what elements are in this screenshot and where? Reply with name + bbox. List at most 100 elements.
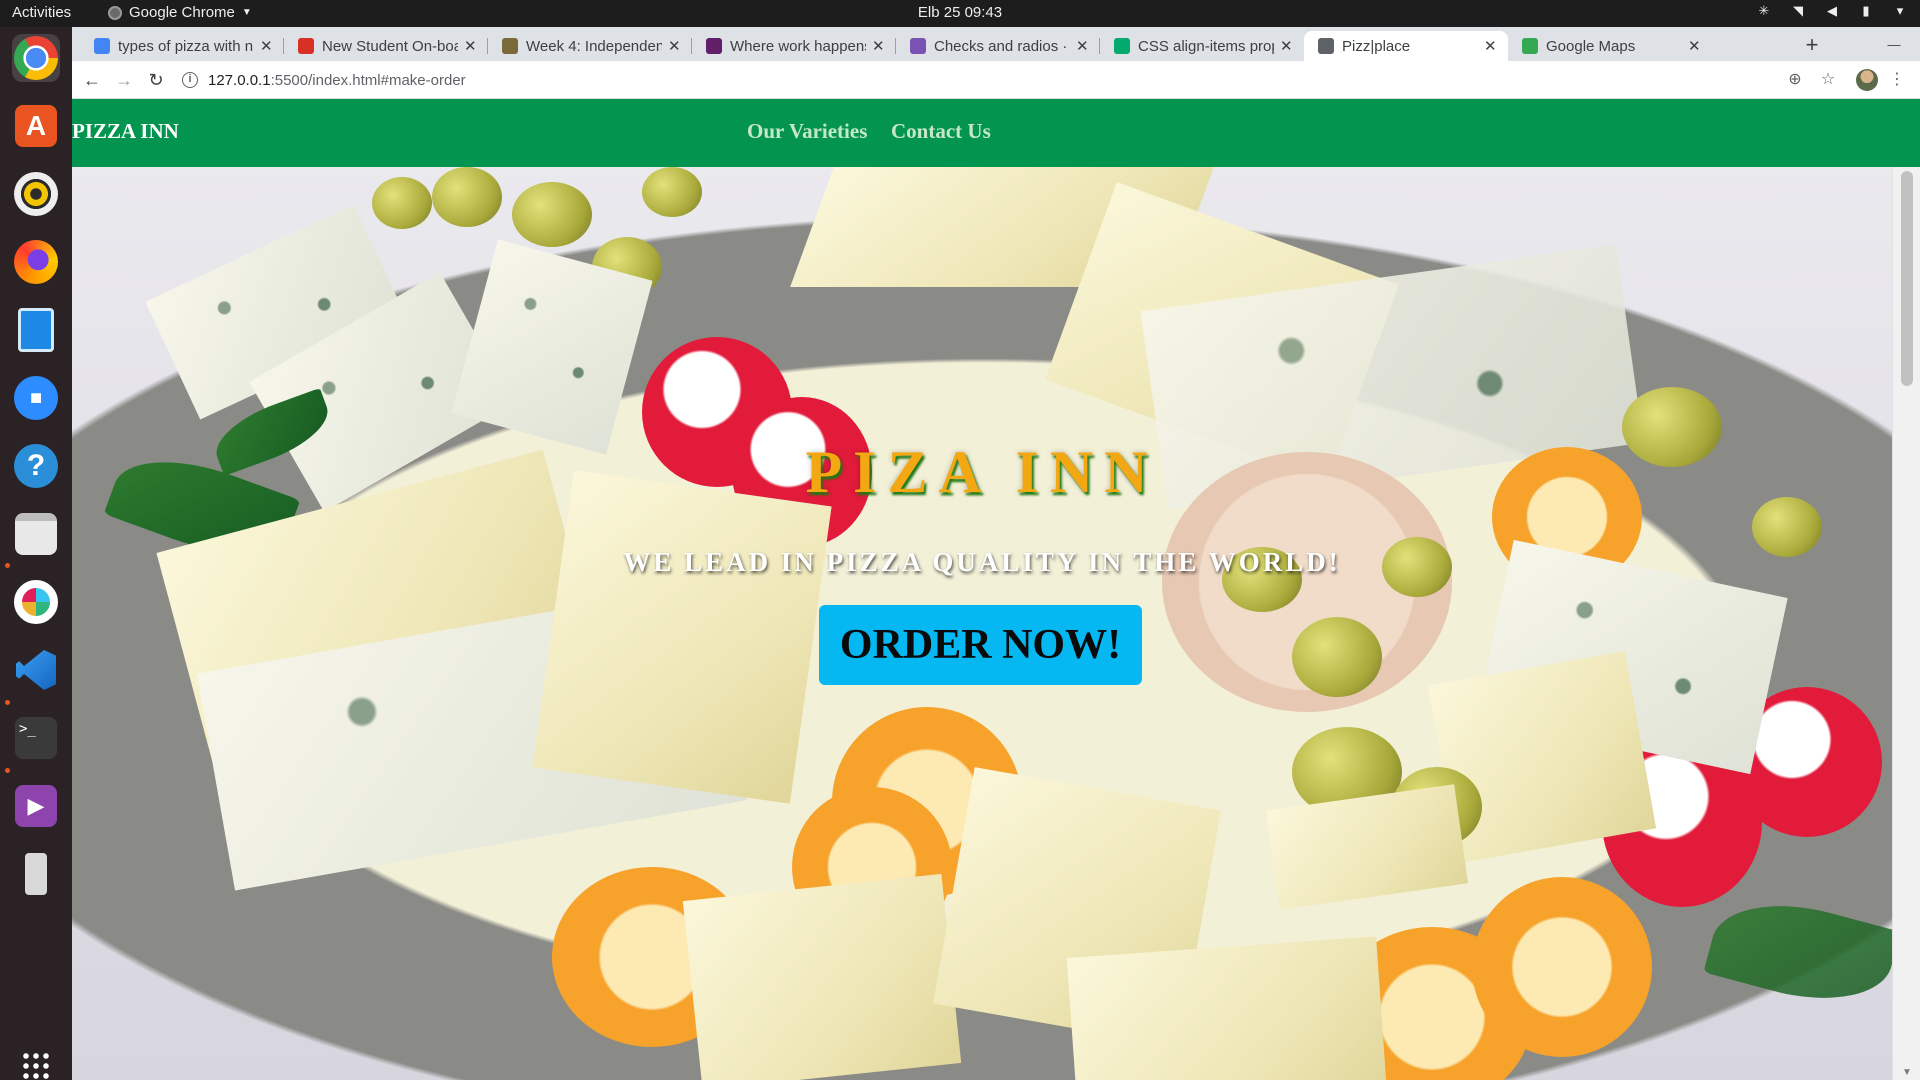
running-indicator (5, 768, 10, 773)
scrollbar-thumb[interactable] (1901, 171, 1913, 386)
zoom-icon: ■ (14, 376, 58, 420)
vscode-icon (16, 650, 56, 690)
address-bar[interactable]: i 127.0.0.1:5500/index.html#make-order (182, 66, 1782, 94)
zoom-icon[interactable]: ⊕ (1785, 70, 1805, 90)
tab-title: Google Maps (1546, 37, 1636, 55)
browser-tab[interactable]: CSS align-items prop ✕ (1100, 31, 1304, 61)
gmail-icon (298, 38, 314, 54)
dock-usb-drive[interactable] (12, 850, 60, 898)
browser-tab[interactable]: Checks and radios · E ✕ (896, 31, 1100, 61)
browser-tab[interactable]: Week 4: Independen ✕ (488, 31, 692, 61)
tab-title: types of pizza with n (118, 37, 254, 55)
system-top-bar: Activities Google Chrome ▼ Elb 25 09:43 … (0, 0, 1920, 27)
dock-zoom[interactable]: ■ (12, 374, 60, 422)
hero-section: PIZA INN WE LEAD IN PIZZA QUALITY IN THE… (72, 167, 1892, 1080)
browser-tab[interactable]: New Student On-boa ✕ (284, 31, 488, 61)
dock: A ■ ? >_ ▶ (0, 27, 72, 1080)
browser-tab[interactable]: Pizz|place ✕ (1304, 31, 1508, 61)
bootstrap-icon (910, 38, 926, 54)
files-icon (15, 513, 57, 555)
close-tab-icon[interactable]: ✕ (260, 37, 274, 55)
chrome-icon (14, 36, 58, 80)
browser-tab[interactable]: types of pizza with n ✕ (80, 31, 284, 61)
writer-icon (18, 308, 54, 352)
address-host: 127.0.0.1 (208, 71, 271, 89)
scroll-down-arrow-icon[interactable]: ▼ (1902, 1067, 1912, 1078)
forward-arrow-icon[interactable]: → (112, 68, 136, 92)
wifi-icon[interactable]: ◥ (1790, 3, 1806, 19)
terminal-icon: >_ (15, 717, 57, 759)
maps-icon (1522, 38, 1538, 54)
dock-firefox[interactable] (12, 238, 60, 286)
google-icon (94, 38, 110, 54)
ubuntu-software-icon: A (15, 105, 57, 147)
nav-link-contact-us[interactable]: Contact Us (891, 119, 991, 144)
tab-strip: types of pizza with n ✕ New Student On-boa… (72, 27, 1920, 61)
close-tab-icon[interactable]: ✕ (464, 37, 478, 55)
leaf-icon (502, 38, 518, 54)
close-tab-icon[interactable]: ✕ (668, 37, 682, 55)
close-tab-icon[interactable]: ✕ (1484, 37, 1498, 55)
profile-avatar[interactable] (1856, 69, 1878, 91)
slack-icon (706, 38, 722, 54)
video-icon: ▶ (15, 785, 57, 827)
power-menu-icon[interactable]: ▾ (1892, 3, 1908, 19)
w3schools-icon (1114, 38, 1130, 54)
slack-icon (14, 580, 58, 624)
browser-toolbar: ← → ↻ i 127.0.0.1:5500/index.html#make-o… (72, 61, 1920, 99)
minimize-icon[interactable]: — (1883, 34, 1905, 56)
menu-dots-icon[interactable]: ⋮ (1887, 70, 1907, 90)
dock-rhythmbox[interactable] (12, 170, 60, 218)
dock-files[interactable] (12, 510, 60, 558)
address-path: :5500/index.html#make-order (270, 71, 466, 89)
site-navbar: PIZZA INN Our Varieties Contact Us (72, 99, 1920, 167)
clock[interactable]: Elb 25 09:43 (0, 4, 1920, 21)
site-info-icon[interactable]: i (182, 72, 198, 88)
volume-icon[interactable]: ◀ (1824, 3, 1840, 19)
show-applications-button[interactable] (12, 1042, 60, 1080)
bookmark-star-icon[interactable]: ☆ (1818, 70, 1838, 90)
site-brand[interactable]: PIZZA INN (72, 119, 179, 144)
dock-ubuntu-software[interactable]: A (12, 102, 60, 150)
dock-writer[interactable] (12, 306, 60, 354)
show-apps-icon (21, 1051, 51, 1080)
hero-tagline: WE LEAD IN PIZZA QUALITY IN THE WORLD! (623, 547, 1341, 577)
system-tray[interactable]: ✳ ◥ ◀ ▮ ▾ (1756, 3, 1908, 19)
page-scrollbar[interactable]: ▼ (1892, 167, 1920, 1080)
battery-icon[interactable]: ▮ (1858, 3, 1874, 19)
running-indicator (5, 563, 10, 568)
globe-icon (1318, 38, 1334, 54)
reload-icon[interactable]: ↻ (144, 68, 168, 92)
desktop: Activities Google Chrome ▼ Elb 25 09:43 … (0, 0, 1920, 1080)
dock-slack[interactable] (12, 578, 60, 626)
close-tab-icon[interactable]: ✕ (1688, 37, 1702, 55)
dock-chrome[interactable] (12, 34, 60, 82)
dock-video[interactable]: ▶ (12, 782, 60, 830)
close-tab-icon[interactable]: ✕ (872, 37, 886, 55)
tab-title: Week 4: Independen (526, 37, 662, 55)
order-now-button[interactable]: ORDER NOW! (819, 605, 1142, 685)
tab-title: Where work happens (730, 37, 866, 55)
dock-help[interactable]: ? (12, 442, 60, 490)
page-viewport: PIZZA INN Our Varieties Contact Us PIZA … (72, 99, 1920, 1080)
back-arrow-icon[interactable]: ← (80, 68, 104, 92)
dock-vscode[interactable] (12, 646, 60, 694)
usb-drive-icon (25, 853, 47, 895)
tab-title: Checks and radios · E (934, 37, 1070, 55)
help-icon: ? (14, 444, 58, 488)
tab-title: Pizz|place (1342, 37, 1411, 55)
tab-title: CSS align-items prop (1138, 37, 1274, 55)
firefox-icon (14, 240, 58, 284)
nav-link-our-varieties[interactable]: Our Varieties (747, 119, 867, 144)
close-tab-icon[interactable]: ✕ (1280, 37, 1294, 55)
slack-tray-icon[interactable]: ✳ (1756, 3, 1772, 19)
rhythmbox-icon (14, 172, 58, 216)
hero-title: PIZA INN (805, 439, 1159, 505)
new-tab-button[interactable]: + (1798, 31, 1826, 59)
tab-title: New Student On-boa (322, 37, 458, 55)
close-tab-icon[interactable]: ✕ (1076, 37, 1090, 55)
running-indicator (5, 700, 10, 705)
dock-terminal[interactable]: >_ (12, 714, 60, 762)
browser-tab[interactable]: Google Maps ✕ (1508, 31, 1712, 61)
browser-tab[interactable]: Where work happens ✕ (692, 31, 896, 61)
